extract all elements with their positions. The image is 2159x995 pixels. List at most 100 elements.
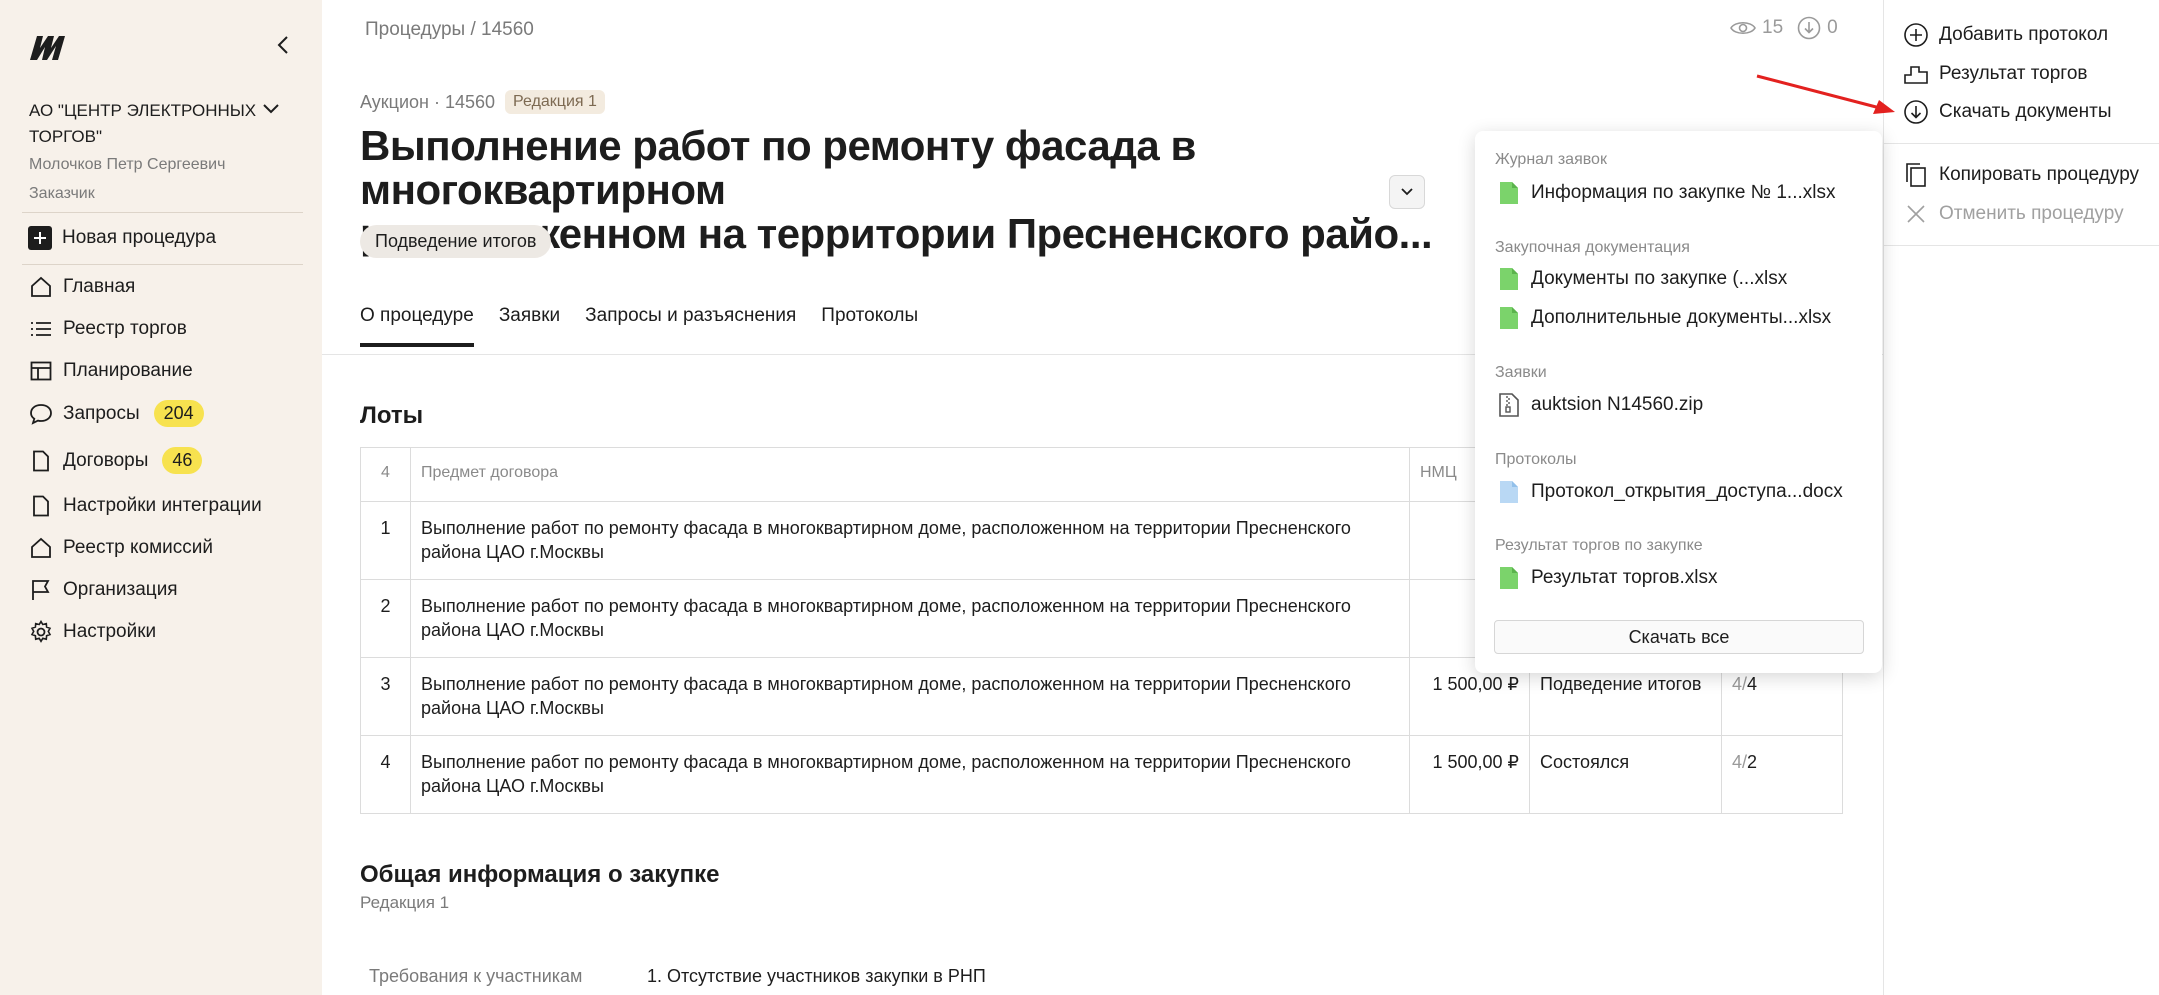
cancel-procedure-button[interactable]: Отменить процедуру — [1903, 201, 2124, 227]
nav-label: Планирование — [63, 359, 193, 381]
divider — [22, 264, 303, 265]
home-icon — [28, 535, 53, 560]
lot-number: 1 — [360, 501, 411, 580]
org-name[interactable]: АО "ЦЕНТР ЭЛЕКТРОННЫХ ТОРГОВ" — [29, 98, 279, 150]
lot-number: 2 — [360, 579, 411, 658]
home-icon — [28, 274, 53, 299]
download-documents-dropdown: Журнал заявок Информация по закупке № 1.… — [1475, 131, 1882, 673]
flag-icon — [28, 577, 53, 602]
tabs: О процедуре Заявки Запросы и разъяснения… — [360, 305, 918, 347]
group-title: Результат торгов по закупке — [1495, 537, 1703, 554]
trade-result-button[interactable]: Результат торгов — [1903, 61, 2087, 87]
lot-subject: Выполнение работ по ремонту фасада в мно… — [410, 735, 1410, 814]
zip-file-icon — [1499, 393, 1519, 417]
podium-icon — [1904, 66, 1928, 84]
copy-icon — [1906, 163, 1926, 187]
lot-subject: Выполнение работ по ремонту фасада в мно… — [410, 657, 1410, 736]
lot-status: Состоялся — [1529, 735, 1722, 814]
file-item[interactable]: auktsion N14560.zip — [1499, 393, 1703, 417]
expand-title-button[interactable] — [1389, 175, 1425, 209]
divider — [22, 212, 303, 213]
downloads-count: 0 — [1827, 17, 1838, 38]
col-number-header: 4 — [360, 447, 411, 502]
file-name: Информация по закупке № 1...xlsx — [1531, 182, 1836, 203]
nav-item-requests[interactable]: Запросы 204 — [28, 400, 204, 427]
nav-item-trade-registry[interactable]: Реестр торгов — [28, 316, 187, 341]
lot-nmc: 1 500,00 ₽ — [1409, 735, 1530, 814]
copy-procedure-button[interactable]: Копировать процедуру — [1903, 162, 2139, 188]
requirements-value: 1. Отсутствие участников закупки в РНП — [647, 966, 986, 986]
xlsx-file-icon — [1500, 567, 1518, 589]
download-documents-button[interactable]: Скачать документы — [1903, 99, 2111, 125]
nav-item-integration-settings[interactable]: Настройки интеграции — [28, 493, 262, 518]
participants-admitted: 4 — [1747, 674, 1758, 694]
nav-label: Реестр комиссий — [63, 536, 214, 558]
group-title: Закупочная документация — [1495, 239, 1690, 256]
nav-item-settings[interactable]: Настройки — [28, 619, 156, 644]
tab-protocols[interactable]: Протоколы — [821, 305, 918, 347]
plus-icon — [28, 226, 52, 250]
views-count: 15 — [1762, 17, 1784, 38]
nav-item-home[interactable]: Главная — [28, 274, 135, 299]
tab-requests[interactable]: Запросы и разъяснения — [585, 305, 796, 347]
nav-label: Реестр торгов — [63, 317, 187, 339]
file-item[interactable]: Протокол_открытия_доступа...docx — [1499, 480, 1843, 504]
redaction-badge: Редакция 1 — [505, 90, 605, 114]
chevron-down-icon[interactable] — [262, 102, 280, 120]
new-procedure-label: Новая процедура — [62, 227, 217, 248]
table-row[interactable]: 4 Выполнение работ по ремонту фасада в м… — [360, 735, 1843, 814]
table-icon — [28, 358, 53, 383]
copy-procedure-label: Копировать процедуру — [1939, 164, 2140, 185]
add-protocol-button[interactable]: Добавить протокол — [1903, 22, 2108, 48]
docx-file-icon — [1500, 481, 1518, 503]
new-procedure-button[interactable]: Новая процедура — [28, 226, 216, 250]
plus-circle-icon — [1904, 23, 1928, 47]
logo-icon[interactable] — [28, 30, 74, 69]
file-item[interactable]: Дополнительные документы...xlsx — [1499, 306, 1831, 330]
file-item[interactable]: Результат торгов.xlsx — [1499, 566, 1717, 590]
close-icon — [1907, 205, 1925, 223]
procedure-type-number: Аукцион · 14560 — [360, 91, 496, 112]
divider — [1884, 143, 2159, 144]
group-title: Журнал заявок — [1495, 151, 1607, 168]
user-role: Заказчик — [29, 185, 95, 202]
chevron-down-icon — [1401, 188, 1413, 196]
cancel-procedure-label: Отменить процедуру — [1939, 203, 2124, 224]
participants-total: 4/ — [1732, 752, 1748, 772]
breadcrumb[interactable]: Процедуры / 14560 — [365, 19, 534, 41]
col-subject-header: Предмет договора — [410, 447, 1410, 502]
nav-label: Настройки — [63, 620, 157, 642]
download-documents-label: Скачать документы — [1939, 101, 2112, 122]
actions-panel-border — [1883, 0, 1884, 995]
eye-icon — [1730, 21, 1756, 35]
nav-item-organization[interactable]: Организация — [28, 577, 178, 602]
tab-applications[interactable]: Заявки — [499, 305, 560, 347]
nav-label: Главная — [63, 275, 136, 297]
nav-item-commission-registry[interactable]: Реестр комиссий — [28, 535, 213, 560]
collapse-sidebar-icon[interactable] — [276, 34, 290, 61]
nav-item-planning[interactable]: Планирование — [28, 358, 193, 383]
file-item[interactable]: Информация по закупке № 1...xlsx — [1499, 181, 1836, 205]
download-all-button[interactable]: Скачать все — [1494, 620, 1864, 654]
tab-about[interactable]: О процедуре — [360, 305, 474, 347]
lot-participants: 4/2 — [1721, 735, 1843, 814]
document-icon — [28, 493, 53, 518]
participants-total: 4/ — [1732, 674, 1748, 694]
lot-subject: Выполнение работ по ремонту фасада в мно… — [410, 501, 1410, 580]
xlsx-file-icon — [1500, 307, 1518, 329]
nav-item-contracts[interactable]: Договоры 46 — [28, 447, 203, 474]
nav-label: Договоры — [63, 449, 149, 471]
download-circle-icon — [1797, 16, 1821, 40]
trade-result-label: Результат торгов — [1939, 63, 2088, 84]
nav-label: Организация — [63, 578, 178, 600]
user-info: Молочков Петр Сергеевич Заказчик — [29, 150, 225, 208]
procedure-meta: Аукцион · 14560 Редакция 1 — [360, 90, 605, 114]
file-name: Дополнительные документы...xlsx — [1531, 307, 1832, 328]
file-name: Результат торгов.xlsx — [1531, 567, 1718, 588]
file-name: auktsion N14560.zip — [1531, 394, 1704, 415]
title-line: Выполнение работ по ремонту фасада в мно… — [360, 122, 1196, 213]
requests-count-badge: 204 — [153, 400, 204, 427]
file-item[interactable]: Документы по закупке (...xlsx — [1499, 267, 1787, 291]
status-badge: Подведение итогов — [360, 225, 552, 258]
add-protocol-label: Добавить протокол — [1939, 24, 2109, 45]
